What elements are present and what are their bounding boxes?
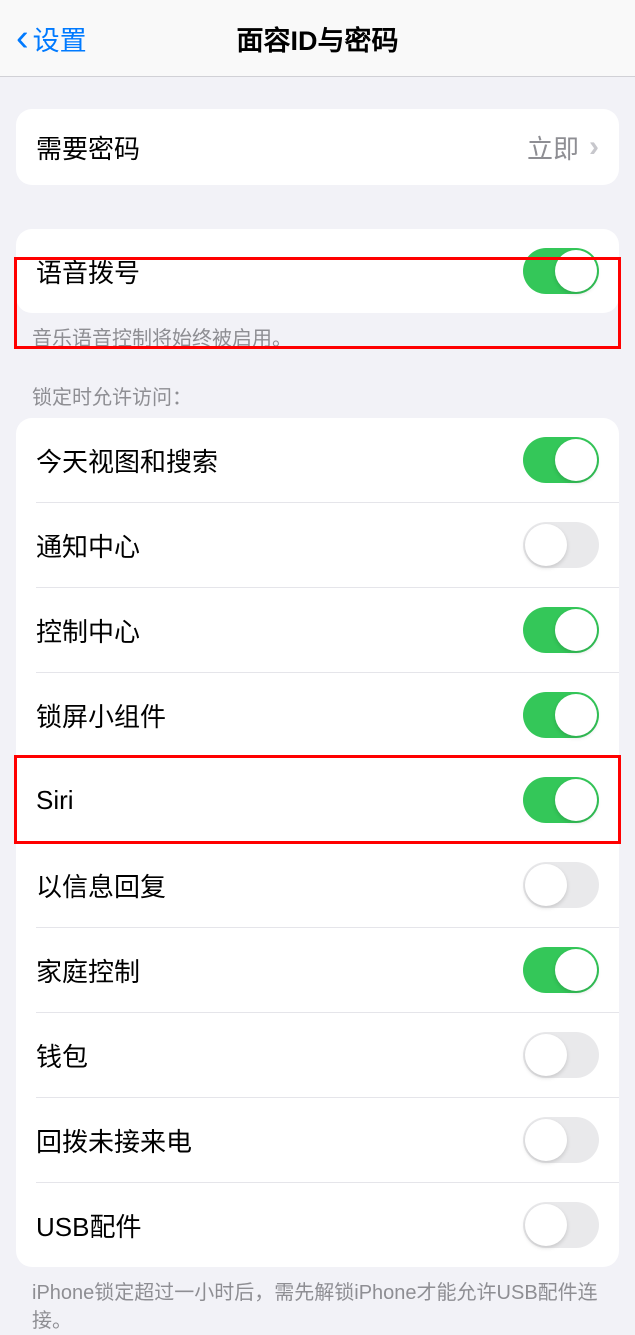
voice-dial-row: 语音拨号 xyxy=(16,229,619,313)
back-label: 设置 xyxy=(33,19,87,58)
toggle-knob xyxy=(525,1034,567,1076)
lock-access-toggle[interactable] xyxy=(523,607,599,653)
lock-access-toggle[interactable] xyxy=(523,437,599,483)
lock-access-row: 回拨未接来电 xyxy=(36,1097,619,1182)
lock-access-row: 控制中心 xyxy=(36,587,619,672)
lock-access-label: 回拨未接来电 xyxy=(36,1122,192,1159)
require-passcode-value: 立即 xyxy=(527,129,579,166)
lock-access-row: 家庭控制 xyxy=(36,927,619,1012)
toggle-knob xyxy=(555,779,597,821)
lock-access-toggle[interactable] xyxy=(523,1032,599,1078)
toggle-knob xyxy=(525,524,567,566)
toggle-knob xyxy=(525,1204,567,1246)
back-button[interactable]: ‹ 设置 xyxy=(0,19,87,58)
lock-access-row: Siri xyxy=(36,757,619,842)
lock-access-label: 控制中心 xyxy=(36,612,140,649)
lock-access-label: Siri xyxy=(36,785,74,816)
voice-dial-toggle[interactable] xyxy=(523,248,599,294)
lock-access-row: 锁屏小组件 xyxy=(36,672,619,757)
lock-access-label: 以信息回复 xyxy=(36,867,166,904)
lock-access-toggle[interactable] xyxy=(523,522,599,568)
lock-access-toggle[interactable] xyxy=(523,862,599,908)
lock-access-header: 锁定时允许访问： xyxy=(0,353,635,418)
toggle-knob xyxy=(555,949,597,991)
require-passcode-row[interactable]: 需要密码 立即 › xyxy=(16,109,619,185)
require-passcode-group: 需要密码 立即 › xyxy=(16,109,619,185)
lock-access-toggle[interactable] xyxy=(523,1202,599,1248)
toggle-knob xyxy=(555,609,597,651)
lock-access-toggle[interactable] xyxy=(523,947,599,993)
lock-access-label: 今天视图和搜索 xyxy=(36,442,218,479)
toggle-knob xyxy=(555,250,597,292)
chevron-right-icon: › xyxy=(589,130,599,164)
lock-access-toggle[interactable] xyxy=(523,1117,599,1163)
toggle-knob xyxy=(555,694,597,736)
lock-access-label: 钱包 xyxy=(36,1037,88,1074)
lock-access-toggle[interactable] xyxy=(523,692,599,738)
toggle-knob xyxy=(525,864,567,906)
lock-access-label: 锁屏小组件 xyxy=(36,697,166,734)
lock-access-row: 通知中心 xyxy=(36,502,619,587)
voice-dial-label: 语音拨号 xyxy=(36,253,140,290)
lock-access-row: USB配件 xyxy=(36,1182,619,1267)
lock-access-row: 钱包 xyxy=(36,1012,619,1097)
nav-header: ‹ 设置 面容ID与密码 xyxy=(0,0,635,77)
lock-access-label: USB配件 xyxy=(36,1207,141,1244)
lock-access-footer: iPhone锁定超过一小时后，需先解锁iPhone才能允许USB配件连接。 xyxy=(0,1267,635,1335)
require-passcode-label: 需要密码 xyxy=(36,129,140,166)
chevron-left-icon: ‹ xyxy=(16,19,29,57)
lock-access-label: 家庭控制 xyxy=(36,952,140,989)
lock-access-toggle[interactable] xyxy=(523,777,599,823)
voice-dial-group: 语音拨号 xyxy=(16,229,619,313)
lock-access-group: 今天视图和搜索通知中心控制中心锁屏小组件 Siri 以信息回复家庭控制钱包回拨未接来… xyxy=(16,418,619,1267)
toggle-knob xyxy=(525,1119,567,1161)
lock-access-row: 今天视图和搜索 xyxy=(16,418,619,502)
page-title: 面容ID与密码 xyxy=(237,19,399,58)
voice-dial-footer: 音乐语音控制将始终被启用。 xyxy=(0,313,635,353)
lock-access-row: 以信息回复 xyxy=(36,842,619,927)
detail-wrap: 立即 › xyxy=(527,129,599,166)
lock-access-label: 通知中心 xyxy=(36,527,140,564)
toggle-knob xyxy=(555,439,597,481)
